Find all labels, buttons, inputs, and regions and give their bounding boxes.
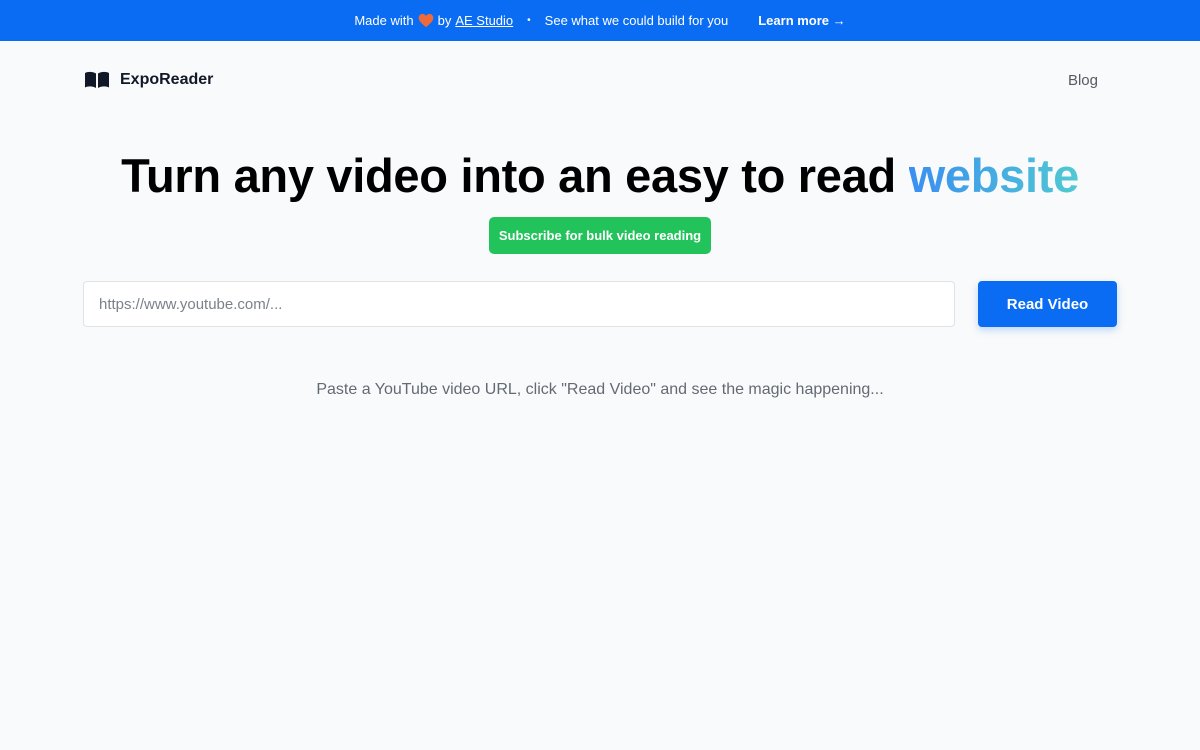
usage-hint: Paste a YouTube video URL, click "Read V…	[316, 381, 884, 398]
read-video-button[interactable]: Read Video	[978, 281, 1117, 327]
banner-pitch: See what we could build for you	[544, 13, 729, 28]
hero-headline: Turn any video into an easy to read webs…	[0, 148, 1200, 203]
brand-logo-link[interactable]: ExpoReader	[84, 70, 213, 90]
banner-separator: •	[527, 15, 531, 26]
made-with-group: Made with by AE Studio	[354, 13, 513, 28]
ae-studio-link[interactable]: AE Studio	[455, 13, 513, 28]
site-nav: ExpoReader Blog	[84, 66, 1100, 94]
blog-link[interactable]: Blog	[1068, 72, 1098, 89]
learn-more-link[interactable]: Learn more →	[758, 13, 845, 28]
by-text: by	[437, 13, 452, 28]
brand-name: ExpoReader	[120, 71, 214, 88]
hero-headline-main: Turn any video into an easy to read	[121, 149, 909, 202]
promo-banner: Made with by AE Studio • See what we cou…	[0, 0, 1200, 41]
made-with-text: Made with	[354, 13, 414, 28]
video-url-input[interactable]	[83, 281, 955, 327]
hero-headline-accent: website	[908, 149, 1080, 202]
subscribe-button[interactable]: Subscribe for bulk video reading	[489, 217, 711, 254]
open-book-icon	[85, 71, 109, 88]
heart-icon	[418, 13, 433, 28]
